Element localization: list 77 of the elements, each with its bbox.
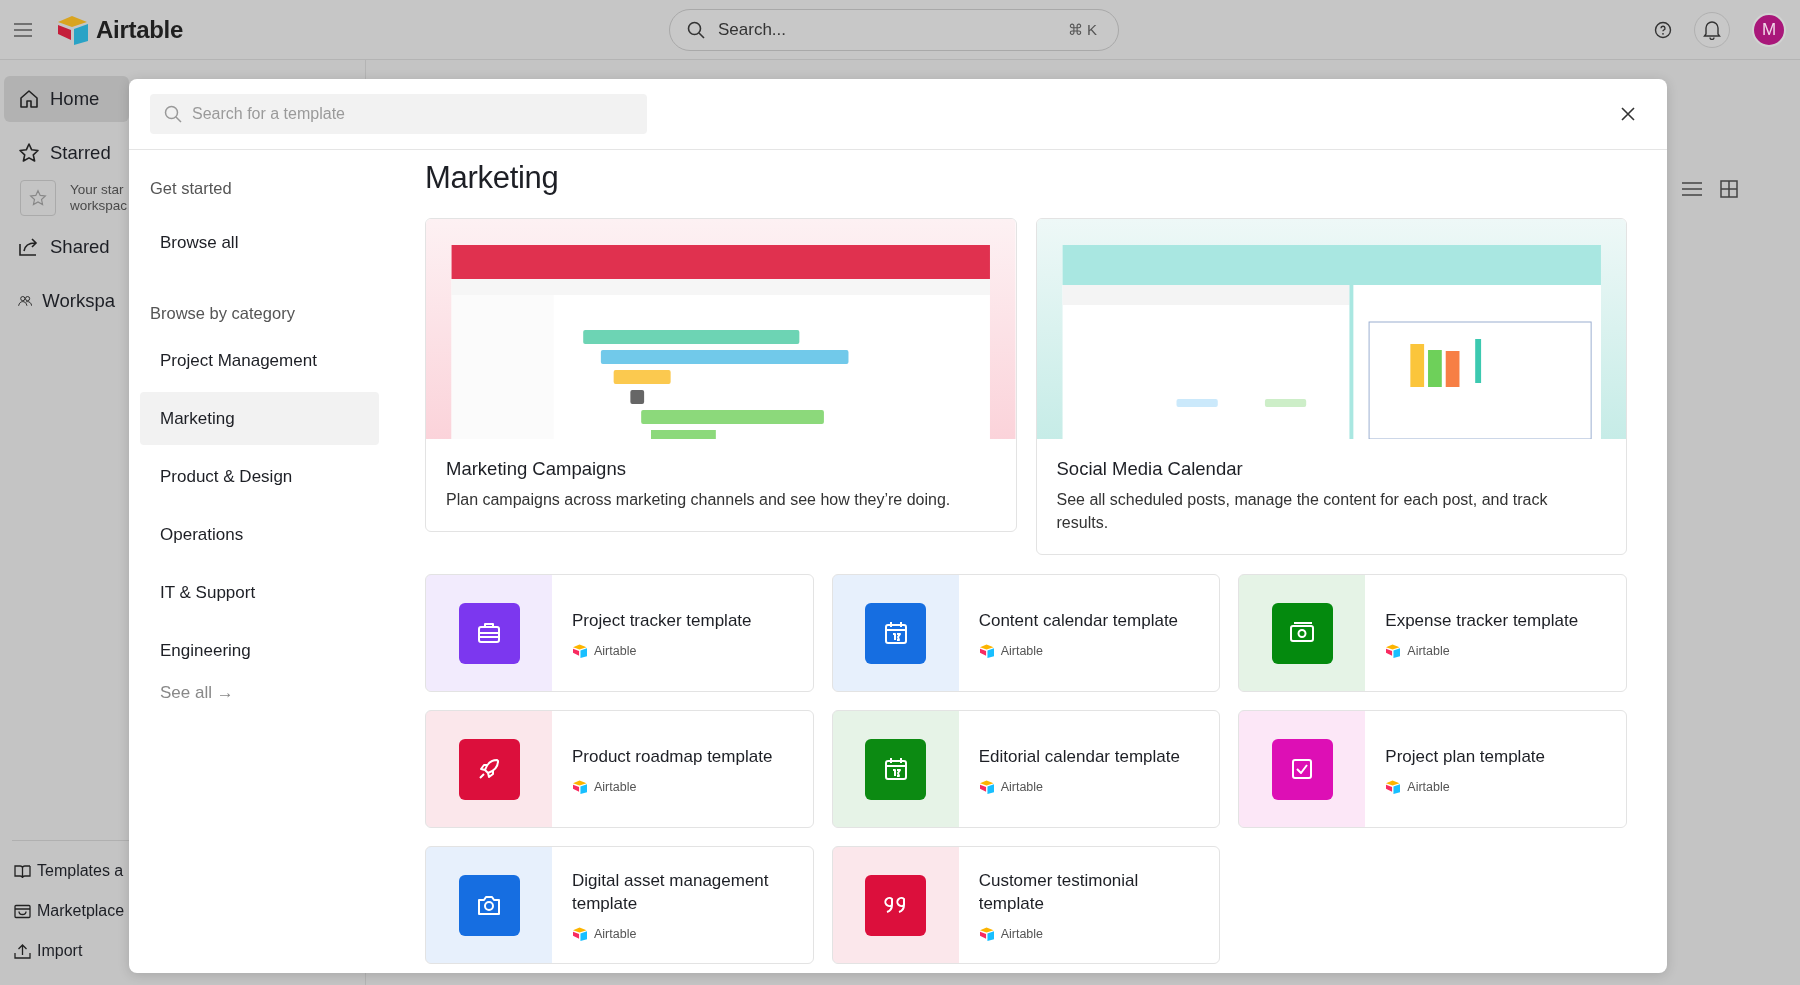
template-title: Content calendar template bbox=[978, 609, 1179, 632]
starred-hint: Your star workspac bbox=[70, 182, 128, 214]
sidebar-item[interactable]: Workspa bbox=[4, 278, 129, 324]
template-title: Product roadmap template bbox=[572, 745, 773, 768]
brand-name: Airtable bbox=[96, 15, 183, 44]
inbox-icon bbox=[14, 903, 31, 919]
template-source: Airtable bbox=[594, 927, 637, 941]
template-search-field[interactable]: Search for a template bbox=[150, 94, 647, 134]
logo-icon bbox=[572, 779, 588, 794]
template-source: Airtable bbox=[594, 779, 637, 794]
logo-icon bbox=[1385, 643, 1402, 658]
template-card[interactable]: Project tracker template Airtable bbox=[425, 574, 814, 692]
sidebar-item[interactable]: Shared bbox=[4, 224, 129, 270]
sidebar-item[interactable]: Starred bbox=[4, 130, 129, 176]
nav-heading: Browse by category bbox=[149, 303, 296, 324]
category-item[interactable]: Browse all bbox=[140, 216, 379, 269]
logo-icon bbox=[978, 927, 995, 941]
template-card[interactable]: Digital asset management template Airtable bbox=[425, 846, 814, 964]
category-item[interactable]: IT & Support bbox=[140, 566, 379, 619]
category-item[interactable]: Marketing bbox=[140, 392, 379, 445]
sidebar-link[interactable]: Templates a bbox=[4, 851, 361, 891]
template-source: Airtable bbox=[594, 643, 637, 658]
template-title: Social Media Calendar bbox=[1056, 458, 1244, 480]
search-icon bbox=[164, 105, 182, 123]
logo-icon bbox=[978, 643, 995, 658]
template-source: Airtable bbox=[1000, 927, 1044, 941]
shortcut-hint: ⌘ K bbox=[1067, 20, 1097, 39]
sidebar-link[interactable]: Import bbox=[4, 931, 361, 971]
logo-icon bbox=[1385, 779, 1402, 794]
book-icon bbox=[14, 863, 31, 879]
template-source: Airtable bbox=[1407, 779, 1450, 794]
see-all-link[interactable]: See all → bbox=[140, 683, 379, 703]
category-item[interactable]: Engineering bbox=[140, 624, 379, 677]
category-item[interactable]: Project Management bbox=[140, 334, 379, 387]
logo-icon bbox=[978, 779, 995, 794]
notifications-button[interactable] bbox=[1694, 11, 1730, 48]
template-card[interactable]: Product roadmap template Airtable bbox=[425, 710, 814, 828]
help-icon[interactable] bbox=[1654, 20, 1672, 39]
menu-icon[interactable] bbox=[14, 22, 32, 37]
list-view-icon[interactable] bbox=[1682, 181, 1702, 197]
template-source: Airtable bbox=[1000, 779, 1044, 794]
search-icon bbox=[686, 20, 705, 39]
template-card[interactable]: Content calendar template Airtable bbox=[831, 574, 1221, 692]
template-description: See all scheduled posts, manage the content for each post, and track results. bbox=[1056, 490, 1549, 533]
nav-heading: Get started bbox=[149, 178, 233, 199]
template-card[interactable]: Expense tracker template Airtable bbox=[1238, 574, 1627, 692]
share-icon bbox=[18, 236, 40, 258]
category-item[interactable]: Operations bbox=[140, 508, 379, 561]
template-title: Project tracker template bbox=[572, 609, 752, 632]
template-title: Marketing Campaigns bbox=[446, 458, 627, 480]
home-icon bbox=[18, 88, 40, 110]
template-title: Expense tracker template bbox=[1385, 609, 1579, 632]
sidebar-item[interactable]: Home bbox=[4, 76, 129, 122]
template-card[interactable]: Project plan template Airtable bbox=[1238, 710, 1627, 828]
template-card[interactable]: Editorial calendar template Airtable bbox=[831, 710, 1221, 828]
sidebar-link[interactable]: Marketplace bbox=[4, 891, 361, 931]
grid-view-icon[interactable] bbox=[1720, 180, 1738, 198]
logo-icon bbox=[572, 927, 588, 941]
template-title: Digital asset management template bbox=[572, 870, 770, 915]
logo-icon bbox=[572, 643, 588, 658]
category-title: Marketing bbox=[425, 160, 560, 196]
template-source: Airtable bbox=[1000, 643, 1044, 658]
star-placeholder-icon bbox=[20, 180, 56, 216]
avatar-button[interactable]: M bbox=[1752, 12, 1786, 47]
featured-template-card[interactable]: Social Media Calendar See all scheduled posts, manage the content for each post, and track results. bbox=[1035, 218, 1627, 555]
upload-icon bbox=[14, 943, 31, 959]
template-title: Project plan template bbox=[1385, 745, 1546, 768]
bell-icon bbox=[1703, 19, 1721, 40]
template-title: Editorial calendar template bbox=[978, 745, 1180, 768]
logo-icon bbox=[56, 14, 90, 45]
template-description: Plan campaigns across marketing channels and see how they’re doing. bbox=[446, 490, 952, 510]
category-item[interactable]: Product & Design bbox=[140, 450, 379, 503]
template-source: Airtable bbox=[1407, 643, 1450, 658]
template-title: Customer testimonial template bbox=[978, 870, 1140, 915]
template-card[interactable]: Customer testimonial template Airtable bbox=[831, 846, 1221, 964]
star-icon bbox=[18, 142, 40, 164]
featured-template-card[interactable]: Marketing Campaigns Plan campaigns across marketing channels and see how they’re doing. bbox=[425, 218, 1017, 532]
